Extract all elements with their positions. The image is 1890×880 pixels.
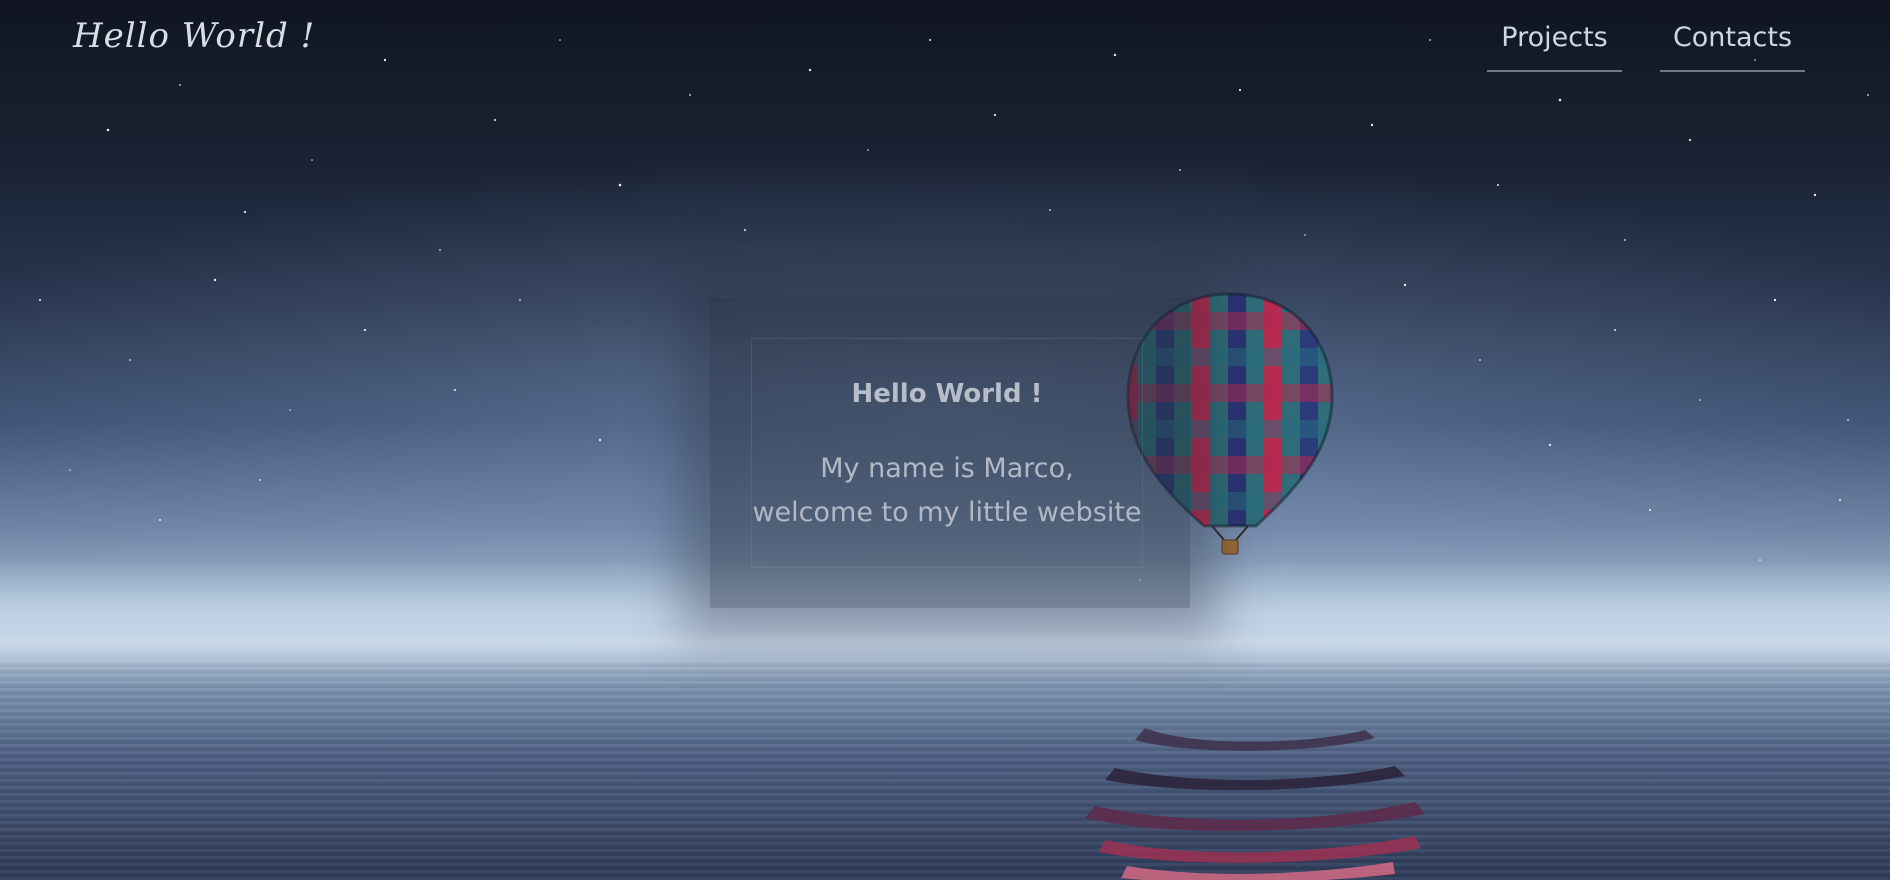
page: Hello World ! Projects Contacts Hello Wo… [0,0,1890,880]
top-navbar: Hello World ! Projects Contacts [0,0,1890,80]
welcome-line-2: welcome to my little website [752,497,1142,528]
welcome-card: Hello World ! My name is Marco, welcome … [751,338,1143,568]
nav-link-projects[interactable]: Projects [1487,18,1622,72]
nav-link-contacts[interactable]: Contacts [1660,18,1805,72]
welcome-title: Hello World ! [851,379,1043,409]
welcome-line-1: My name is Marco, [820,453,1074,484]
welcome-text: My name is Marco, welcome to my little w… [752,447,1142,535]
balloon-reflection [1085,728,1425,880]
brand-logo[interactable]: Hello World ! [73,16,315,56]
water-surface [0,660,1890,880]
